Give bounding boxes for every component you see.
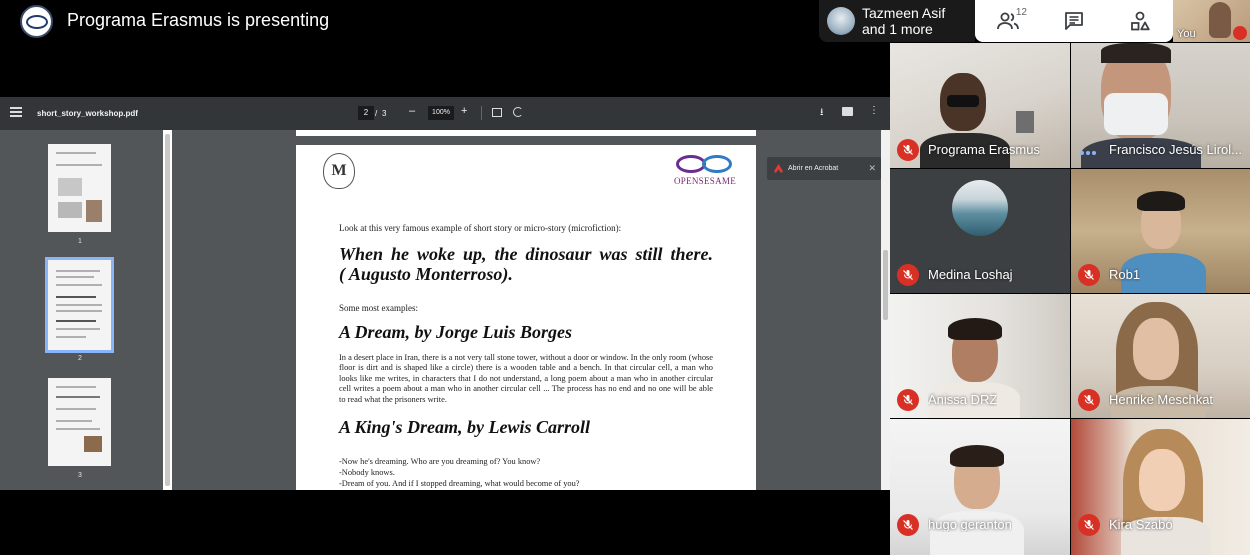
dialog-line-3: -Dream of you. And if I stopped dreaming… [339,479,580,488]
mic-off-icon [897,264,919,286]
self-label: You [1177,28,1196,40]
participant-name: Programa Erasmus [928,142,1040,157]
pdf-toolbar: short_story_workshop.pdf 2 / 3 – 100% + … [0,97,890,130]
mic-off-icon [1078,264,1100,286]
pdf-page: M OPENSESAME Look at this very famous ex… [296,145,756,490]
zoom-in-button[interactable]: + [461,105,467,117]
quote-author: ( Augusto Monterroso). [339,264,513,284]
participant-tile[interactable]: Kira Szabó [1071,419,1250,555]
page-total: 3 [382,109,387,118]
dialog-line-1: -Now he's dreaming. Who are you dreaming… [339,457,541,466]
mic-off-icon [897,389,919,411]
story-body-1: In a desert place in Iran, there is a no… [339,353,713,404]
chat-button[interactable] [1057,4,1091,38]
page-thumbnail-1[interactable] [48,144,111,232]
thumbnail-label: 1 [78,238,82,245]
people-button[interactable]: 12 [991,4,1027,38]
download-icon[interactable]: ⭳ [820,105,824,122]
print-icon[interactable] [842,107,853,116]
participant-tile[interactable]: Henrike Meschkat [1071,294,1250,418]
participant-name: Henrike Meschkat [1109,392,1214,407]
participant-avatar [952,180,1008,236]
participant-tile[interactable]: hugo geranton [890,419,1070,555]
examples-text: Some most examples: [339,303,418,313]
people-count-badge: 12 [1015,7,1027,18]
rotate-icon[interactable] [513,107,523,117]
school-seal-logo: M [323,153,355,189]
self-view-tile[interactable]: You [1173,0,1250,42]
participant-name: Medina Loshaj [928,267,1013,282]
participant-name: hugo geranton [928,517,1012,532]
speaker-avatar [827,7,855,35]
activities-icon [1131,11,1150,31]
active-speaker-chip[interactable]: Tazmeen Asif and 1 more [819,0,975,42]
opensesame-logo: OPENSESAME [672,153,738,187]
toolbar-divider [481,106,482,120]
meeting-toolbar: 12 [975,0,1173,42]
zoom-out-button[interactable]: – [409,105,415,117]
speaker-name: Tazmeen Asif [862,5,946,21]
participant-tile[interactable]: Rob1 [1071,169,1250,293]
self-video [1209,2,1231,38]
presenter-avatar [20,5,53,38]
previous-page-edge [296,130,756,136]
pdf-scrollbar[interactable] [881,130,890,490]
pdf-canvas: M OPENSESAME Look at this very famous ex… [172,130,881,490]
open-in-acrobat-button[interactable]: Abrir en Acrobat ✕ [767,157,881,180]
zoom-input[interactable]: 100% [428,106,454,120]
thumbnail-sidebar: 1 2 3 [0,130,163,490]
fit-page-icon[interactable] [492,108,502,117]
story-heading-2: A King's Dream, by Lewis Carroll [339,417,591,437]
mic-off-icon [1233,26,1247,40]
chat-icon [1065,12,1083,30]
participant-tile[interactable]: Francisco Jesús Lirol... [1071,43,1250,168]
participant-tile[interactable]: Medina Loshaj [890,169,1070,293]
mic-off-icon [897,514,919,536]
menu-icon[interactable] [10,107,22,117]
participant-tile[interactable]: Programa Erasmus [890,43,1070,168]
page-thumbnail-3[interactable] [48,378,111,466]
erasmus-logo-icon [25,14,48,29]
participant-name: Anissa DRZ [928,392,998,407]
activities-button[interactable] [1123,4,1157,38]
page-thumbnail-2[interactable] [45,257,114,353]
quote-line: When he woke up, the dinosaur was still … [339,244,713,264]
participant-tile[interactable]: Anissa DRZ [890,294,1070,418]
mic-off-icon [1078,514,1100,536]
speaker-more: and 1 more [862,21,933,37]
sidebar-scrollbar[interactable] [163,130,172,490]
more-options-icon[interactable]: ⋮ [869,105,879,116]
page-number-input[interactable]: 2 [358,106,374,120]
presenting-title: Programa Erasmus is presenting [67,10,330,30]
close-icon[interactable]: ✕ [868,163,876,174]
pdf-filename: short_story_workshop.pdf [37,109,138,118]
mic-off-icon [1078,389,1100,411]
page-separator: / [375,109,378,118]
intro-text: Look at this very famous example of shor… [339,223,622,233]
thumbnail-label: 3 [78,472,82,479]
dialog-line-2: -Nobody knows. [339,468,395,477]
thumbnail-label: 2 [78,355,82,362]
participant-name: Kira Szabó [1109,517,1173,532]
mic-off-icon [897,139,919,161]
acrobat-icon [774,164,783,173]
story-heading-1: A Dream, by Jorge Luis Borges [339,322,573,342]
meeting-screen: Programa Erasmus is presenting Tazmeen A… [0,0,1250,555]
participant-name: Francisco Jesús Lirol... [1109,142,1242,157]
speaking-indicator-icon [1080,151,1096,155]
participant-name: Rob1 [1109,267,1141,282]
acrobat-label: Abrir en Acrobat [788,165,839,172]
